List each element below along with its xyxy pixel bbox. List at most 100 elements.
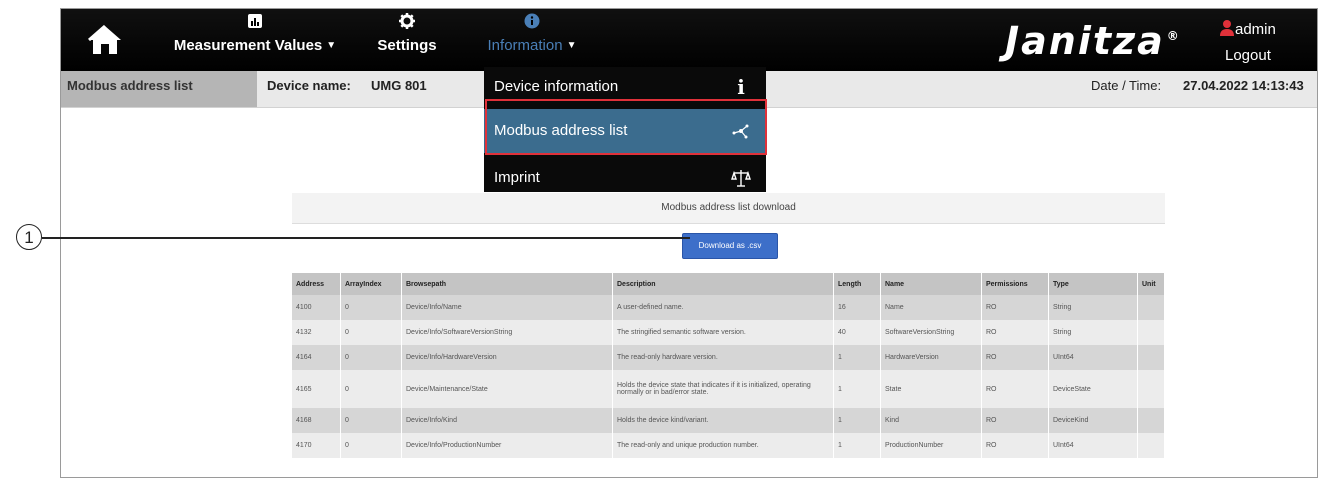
table-cell: 40 <box>833 320 881 345</box>
table-cell: The stringified semantic software versio… <box>612 320 834 345</box>
table-cell: 0 <box>340 320 402 345</box>
table-cell: String <box>1048 320 1138 345</box>
table-cell: RO <box>981 433 1049 458</box>
table-cell: Device/Info/HardwareVersion <box>401 345 613 370</box>
column-header[interactable]: Browsepath <box>401 273 613 295</box>
nav-measurement-label: Measurement Values <box>173 37 323 54</box>
table-cell: 0 <box>340 408 402 433</box>
info-circle-icon <box>477 13 587 35</box>
menu-item-modbus-address-list[interactable]: Modbus address list <box>484 109 766 153</box>
table-cell: 4170 <box>292 433 341 458</box>
table-cell: Device/Info/SoftwareVersionString <box>401 320 613 345</box>
nav-information-label: Information <box>487 37 563 54</box>
menu-item-device-information[interactable]: Device information i <box>484 67 766 107</box>
nav-measurement-values[interactable]: Measurement Values ▼ <box>167 13 343 54</box>
table-cell: 0 <box>340 295 402 320</box>
table-cell: Name <box>880 295 982 320</box>
table-cell: HardwareVersion <box>880 345 982 370</box>
column-header[interactable]: Permissions <box>981 273 1049 295</box>
table-cell: String <box>1048 295 1138 320</box>
table-cell: The read-only hardware version. <box>612 345 834 370</box>
menu-item-imprint[interactable]: Imprint <box>484 155 766 195</box>
info-icon: i <box>737 75 745 99</box>
table-row: 4170 0 Device/Info/ProductionNumber The … <box>292 433 1165 458</box>
table-header-row: Address ArrayIndex Browsepath Descriptio… <box>292 273 1165 295</box>
nav-information[interactable]: Information ▼ <box>477 13 587 54</box>
table-cell: ProductionNumber <box>880 433 982 458</box>
menu-item-label: Modbus address list <box>494 122 628 139</box>
modbus-address-table: Address ArrayIndex Browsepath Descriptio… <box>292 273 1165 458</box>
table-row: 4100 0 Device/Info/Name A user-defined n… <box>292 295 1165 320</box>
user-icon <box>1219 19 1235 41</box>
table-row: 4168 0 Device/Info/Kind Holds the device… <box>292 408 1165 433</box>
column-header[interactable]: Name <box>880 273 982 295</box>
table-cell: 4168 <box>292 408 341 433</box>
logout-link[interactable]: Logout <box>1225 47 1299 64</box>
table-cell <box>1137 408 1165 433</box>
table-cell: Device/Info/ProductionNumber <box>401 433 613 458</box>
table-cell: 0 <box>340 433 402 458</box>
janitza-logo: Janitza ® <box>1005 19 1181 63</box>
table-cell: 0 <box>340 370 402 408</box>
information-dropdown-menu: Device information i Modbus address list… <box>484 67 766 192</box>
device-name-label: Device name: <box>267 78 351 93</box>
table-cell: RO <box>981 345 1049 370</box>
menu-item-label: Device information <box>494 78 619 95</box>
table-cell: UInt64 <box>1048 433 1138 458</box>
nav-settings-label: Settings <box>377 37 437 54</box>
table-cell: 4132 <box>292 320 341 345</box>
top-navigation-bar: Measurement Values ▼ Settings Information… <box>61 9 1317 71</box>
modbus-download-panel: Modbus address list download Download as… <box>292 193 1165 477</box>
table-cell: 4100 <box>292 295 341 320</box>
nav-settings[interactable]: Settings <box>371 13 443 54</box>
table-cell: Device/Info/Kind <box>401 408 613 433</box>
table-cell: RO <box>981 370 1049 408</box>
user-menu[interactable]: admin Logout <box>1219 19 1299 64</box>
table-cell: Device/Maintenance/State <box>401 370 613 408</box>
table-row: 4132 0 Device/Info/SoftwareVersionString… <box>292 320 1165 345</box>
table-cell: The read-only and unique production numb… <box>612 433 834 458</box>
table-cell: 1 <box>833 370 881 408</box>
table-cell: Holds the device kind/variant. <box>612 408 834 433</box>
table-cell <box>1137 370 1165 408</box>
breadcrumb: Modbus address list <box>61 71 257 107</box>
table-cell: Device/Info/Name <box>401 295 613 320</box>
chevron-down-icon: ▼ <box>566 40 577 51</box>
download-csv-button[interactable]: Download as .csv <box>682 233 778 259</box>
table-cell <box>1137 295 1165 320</box>
column-header[interactable]: Description <box>612 273 834 295</box>
table-cell: RO <box>981 295 1049 320</box>
table-cell: State <box>880 370 982 408</box>
table-cell: 4164 <box>292 345 341 370</box>
callout-number: 1 <box>16 224 42 250</box>
table-cell: 1 <box>833 408 881 433</box>
datetime-label: Date / Time: <box>1091 78 1162 93</box>
table-row: 4165 0 Device/Maintenance/State Holds th… <box>292 370 1165 408</box>
scales-icon <box>730 167 752 189</box>
column-header[interactable]: Type <box>1048 273 1138 295</box>
table-cell: A user-defined name. <box>612 295 834 320</box>
table-cell: 0 <box>340 345 402 370</box>
table-cell: UInt64 <box>1048 345 1138 370</box>
table-cell: SoftwareVersionString <box>880 320 982 345</box>
table-row: 4164 0 Device/Info/HardwareVersion The r… <box>292 345 1165 370</box>
column-header[interactable]: Length <box>833 273 881 295</box>
column-header[interactable]: ArrayIndex <box>340 273 402 295</box>
datetime-value: 27.04.2022 14:13:43 <box>1183 78 1304 93</box>
table-cell: RO <box>981 408 1049 433</box>
table-cell: DeviceKind <box>1048 408 1138 433</box>
chart-icon <box>167 13 343 35</box>
network-icon <box>730 120 752 142</box>
panel-title: Modbus address list download <box>292 193 1165 224</box>
home-icon[interactable] <box>87 23 123 57</box>
table-cell: 16 <box>833 295 881 320</box>
chevron-down-icon: ▼ <box>326 40 337 51</box>
column-header[interactable]: Unit <box>1137 273 1165 295</box>
table-cell <box>1137 345 1165 370</box>
table-cell: RO <box>981 320 1049 345</box>
table-cell <box>1137 433 1165 458</box>
table-cell: DeviceState <box>1048 370 1138 408</box>
column-header[interactable]: Address <box>292 273 341 295</box>
menu-item-label: Imprint <box>494 169 540 186</box>
table-cell: Kind <box>880 408 982 433</box>
